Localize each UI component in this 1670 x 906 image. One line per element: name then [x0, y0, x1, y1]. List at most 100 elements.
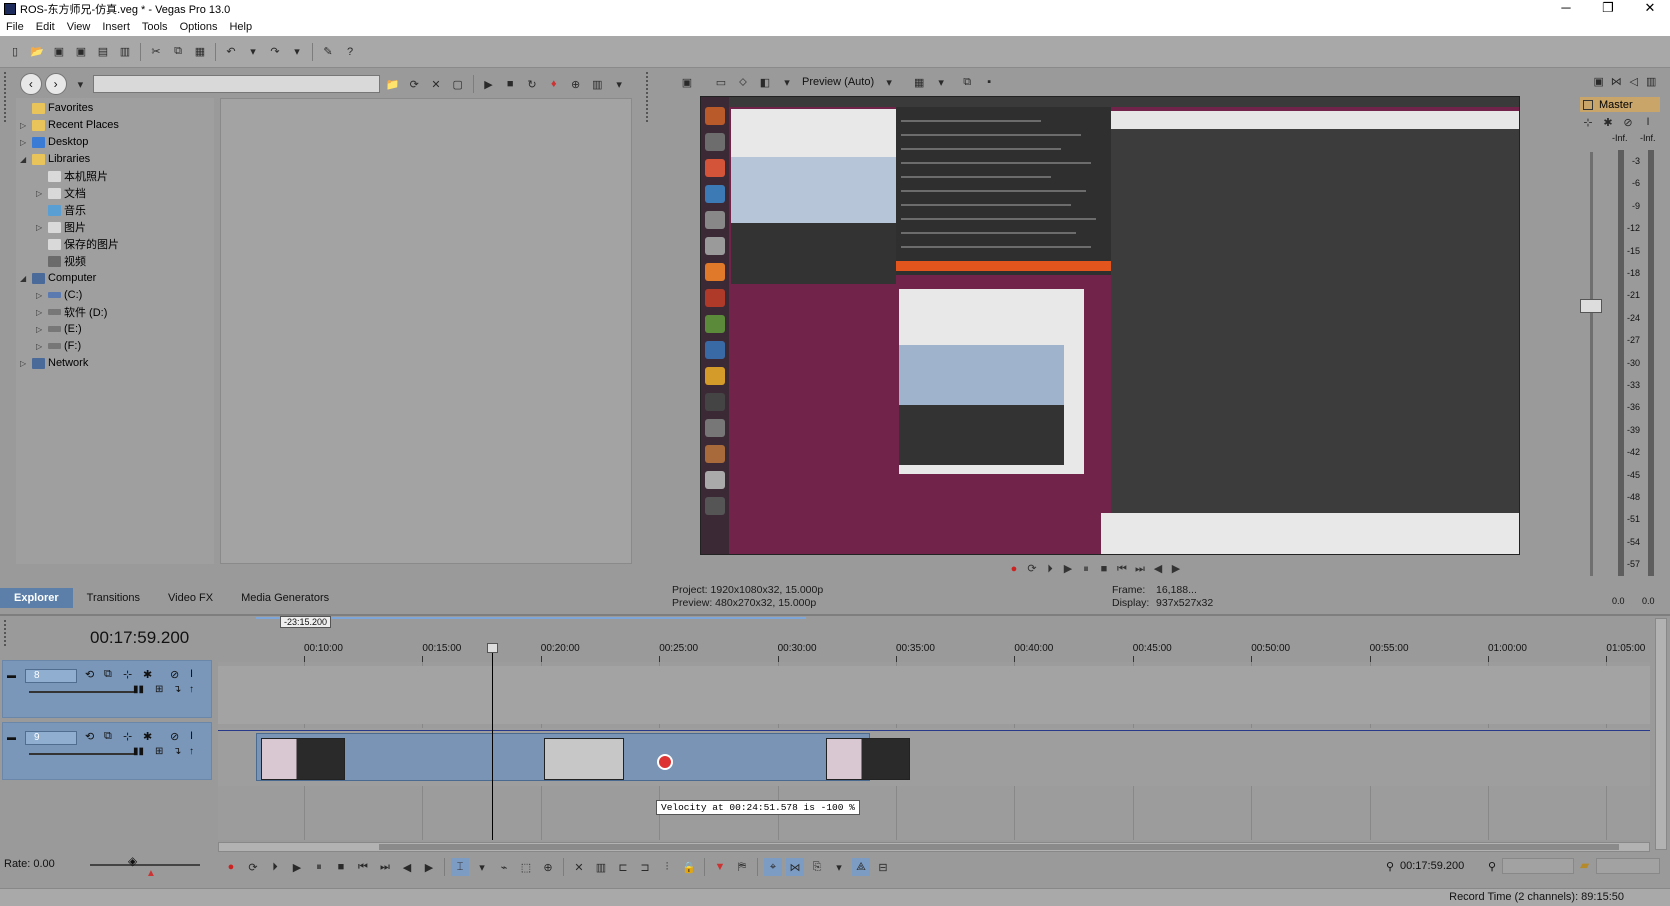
paste-icon[interactable]: ▦	[191, 43, 209, 61]
master-volume-fader[interactable]	[1580, 299, 1602, 313]
menu-options[interactable]: Options	[174, 21, 224, 33]
play-from-start-icon[interactable]: ⏵	[1041, 562, 1059, 576]
ignore-event-grouping-icon[interactable]: ⊟	[874, 858, 892, 876]
tree-item-documents[interactable]: ▷ 文档	[36, 185, 86, 201]
tree-item-drive-c[interactable]: ▷ (C:)	[36, 287, 82, 303]
track-header-8[interactable]: ▬ 8 ⟲ ⧉ ⊹ ✱ ⊘ I ▮▮ ⊞ ↴ ↑	[2, 660, 212, 718]
mute-icon[interactable]: ⊘	[170, 668, 179, 681]
get-media-icon[interactable]: ⊕	[567, 75, 585, 93]
history-dropdown-icon[interactable]: ▾	[72, 75, 90, 93]
copy-snapshot-icon[interactable]: ⧉	[958, 73, 976, 91]
save-icon[interactable]: ▣	[50, 43, 68, 61]
new-folder-icon[interactable]: ▢	[449, 75, 467, 93]
panel-grip[interactable]	[4, 620, 10, 646]
save-as-icon[interactable]: ▣	[72, 43, 90, 61]
envelope-tool-icon[interactable]: ⌁	[495, 858, 513, 876]
cursor-handle[interactable]	[487, 643, 498, 653]
restore-button[interactable]: ❐	[1590, 0, 1626, 18]
expand-track-icon[interactable]: ▬	[7, 670, 16, 680]
record-icon[interactable]: ●	[222, 858, 240, 876]
timeline-track-area[interactable]	[218, 662, 1650, 840]
mixer-options-icon[interactable]: ▥	[1645, 72, 1659, 90]
quality-dropdown-icon[interactable]: ▾	[880, 73, 898, 91]
split-dropdown-icon[interactable]: ▾	[778, 73, 796, 91]
open-icon[interactable]: 📂	[28, 43, 46, 61]
solo-icon[interactable]: I	[190, 730, 193, 742]
dim-output-icon[interactable]: ◁	[1627, 72, 1641, 90]
track-8-lane[interactable]	[218, 666, 1650, 724]
expand-track-icon[interactable]: ▬	[7, 732, 16, 742]
menu-view[interactable]: View	[61, 21, 97, 33]
playback-cursor[interactable]	[492, 650, 493, 840]
external-monitor-icon[interactable]: ▭	[712, 73, 730, 91]
tree-expander[interactable]: ▷	[36, 308, 46, 317]
trim-start-icon[interactable]: ⊏	[614, 858, 632, 876]
panel-grip[interactable]	[4, 72, 10, 122]
previous-frame-icon[interactable]: ◀	[398, 858, 416, 876]
forward-icon[interactable]: ›	[44, 73, 67, 95]
tree-expander[interactable]: ▷	[36, 189, 46, 198]
make-compositing-child-icon[interactable]: ↴	[173, 684, 181, 695]
selection-tool-icon[interactable]: ⬚	[517, 858, 535, 876]
views-icon[interactable]: ▥	[588, 75, 606, 93]
stop-preview-icon[interactable]: ■	[501, 75, 519, 93]
menu-insert[interactable]: Insert	[96, 21, 136, 33]
time-ruler[interactable]: 00:10:00 00:15:00 00:20:00 00:25:00 00:30:00…	[218, 640, 1650, 662]
pause-icon[interactable]: ⏸	[1077, 562, 1095, 576]
make-compositing-parent-icon[interactable]: ↑	[189, 684, 194, 695]
overlays-icon[interactable]: ▦	[910, 73, 928, 91]
tree-item-recent-places[interactable]: ▷ Recent Places	[20, 117, 119, 133]
split-icon[interactable]: ⫶	[658, 858, 676, 876]
track-9-lane[interactable]	[218, 728, 1650, 786]
menu-tools[interactable]: Tools	[136, 21, 174, 33]
start-preview-icon[interactable]: ▶	[480, 75, 498, 93]
tree-item-computer[interactable]: ◢ Computer	[20, 270, 96, 286]
tab-transitions[interactable]: Transitions	[73, 588, 154, 608]
tree-expander[interactable]: ◢	[20, 274, 30, 283]
tree-item-pictures[interactable]: ▷ 图片	[36, 219, 86, 235]
preview-quality-select[interactable]: Preview (Auto)	[802, 76, 874, 88]
tree-item-desktop[interactable]: ▷ Desktop	[20, 134, 88, 150]
make-compositing-child-icon[interactable]: ↴	[173, 746, 181, 757]
stop-icon[interactable]: ■	[332, 858, 350, 876]
tree-expander[interactable]: ◢	[20, 155, 30, 164]
go-to-start-icon[interactable]: ⏮	[354, 858, 372, 876]
views-dropdown-icon[interactable]: ▾	[610, 75, 628, 93]
tree-item-libraries[interactable]: ◢ Libraries	[20, 151, 90, 167]
file-list-pane[interactable]	[220, 98, 632, 564]
tree-item-videos[interactable]: 视频	[36, 253, 86, 269]
menu-help[interactable]: Help	[223, 21, 258, 33]
undo-dropdown-icon[interactable]: ▾	[244, 43, 262, 61]
menu-edit[interactable]: Edit	[30, 21, 61, 33]
previous-frame-icon[interactable]: ◀	[1149, 562, 1167, 576]
fader-icon[interactable]: ⊹	[1580, 113, 1596, 131]
tree-expander[interactable]: ▷	[20, 121, 30, 130]
record-icon[interactable]: ●	[1005, 562, 1023, 576]
horizontal-scrollbar[interactable]	[218, 842, 1650, 852]
tree-item-saved-pictures[interactable]: 保存的图片	[36, 236, 119, 252]
envelope-line[interactable]	[218, 730, 1650, 731]
tree-expander[interactable]: ▷	[36, 223, 46, 232]
delete-icon[interactable]: ✕	[570, 858, 588, 876]
minimize-button[interactable]: ─	[1548, 0, 1584, 18]
solo-icon[interactable]: I	[190, 668, 193, 680]
auto-ripple-icon[interactable]: ⎘	[808, 858, 826, 876]
enable-snapping-icon[interactable]: ✎	[319, 43, 337, 61]
pause-icon[interactable]: ⏸	[310, 858, 328, 876]
edit-tool-dropdown-icon[interactable]: ▾	[473, 858, 491, 876]
normal-edit-tool-icon[interactable]: ⌶	[451, 858, 469, 876]
add-to-favorites-icon[interactable]: ♦	[545, 75, 563, 93]
tab-explorer[interactable]: Explorer	[0, 588, 73, 608]
tree-item-network[interactable]: ▷ Network	[20, 355, 88, 371]
redo-dropdown-icon[interactable]: ▾	[288, 43, 306, 61]
track-motion-icon[interactable]: ⧉	[104, 668, 112, 681]
make-compositing-parent-icon[interactable]: ↑	[189, 746, 194, 757]
velocity-envelope-point[interactable]	[657, 754, 673, 770]
play-icon[interactable]: ▶	[288, 858, 306, 876]
auto-preview-icon[interactable]: ↻	[523, 75, 541, 93]
track-fx-icon[interactable]: ✱	[143, 668, 152, 681]
vertical-scrollbar[interactable]	[1655, 618, 1667, 850]
selection-length-field[interactable]	[1502, 858, 1574, 874]
lock-icon[interactable]: 🔒	[680, 858, 698, 876]
up-folder-icon[interactable]: 📁	[384, 75, 402, 93]
